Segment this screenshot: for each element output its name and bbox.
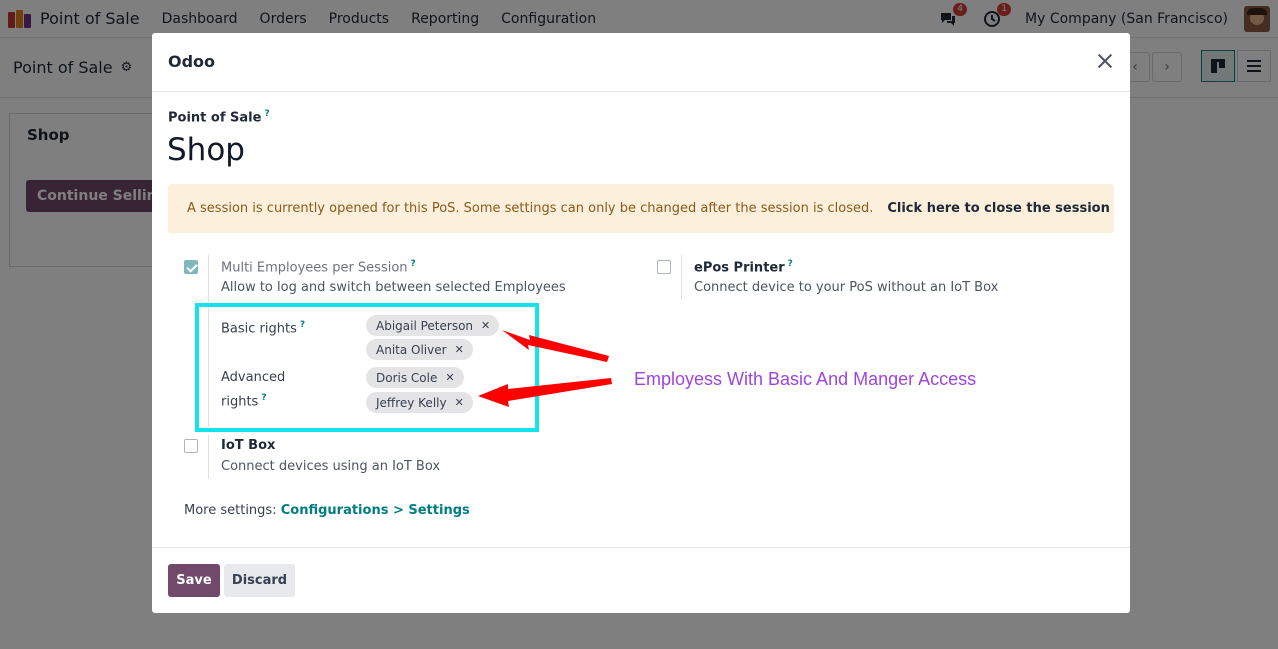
pos-field-label-text: Point of Sale xyxy=(168,110,262,126)
multi-employees-description: Allow to log and switch between selected… xyxy=(221,280,566,295)
multi-employees-title: Multi Employees per Session? xyxy=(221,259,416,275)
epos-printer-title-text: ePos Printer xyxy=(694,260,785,276)
setting-divider xyxy=(681,255,682,299)
close-icon[interactable] xyxy=(1094,50,1116,72)
configuration-settings-link[interactable]: Configurations > Settings xyxy=(281,503,470,518)
more-settings: More settings: Configurations > Settings xyxy=(184,503,470,518)
help-tooltip-icon[interactable]: ? xyxy=(788,259,793,269)
more-settings-prefix: More settings: xyxy=(184,503,277,518)
session-warning-alert: A session is currently opened for this P… xyxy=(168,184,1114,233)
pos-field-label: Point of Sale? xyxy=(168,109,270,125)
multi-employees-title-text: Multi Employees per Session xyxy=(221,260,408,276)
dialog-footer: Save Discard xyxy=(152,547,1130,613)
discard-button[interactable]: Discard xyxy=(224,564,295,597)
record-name[interactable]: Shop xyxy=(167,132,245,168)
multi-employees-checkbox[interactable] xyxy=(184,260,198,274)
dialog-header: Odoo xyxy=(152,33,1130,92)
iot-box-description: Connect devices using an IoT Box xyxy=(221,459,441,474)
help-tooltip-icon[interactable]: ? xyxy=(411,259,416,269)
epos-printer-title: ePos Printer? xyxy=(694,259,793,275)
epos-printer-checkbox[interactable] xyxy=(657,260,671,274)
dialog-title: Odoo xyxy=(168,52,216,71)
alert-message: A session is currently opened for this P… xyxy=(187,201,874,216)
annotation-caption: Employess With Basic And Manger Access xyxy=(634,369,977,389)
save-button[interactable]: Save xyxy=(168,564,220,597)
iot-box-checkbox[interactable] xyxy=(184,439,198,453)
setting-divider xyxy=(208,435,209,479)
annotation-highlight-box xyxy=(195,303,539,432)
iot-box-title: IoT Box xyxy=(221,438,276,453)
epos-printer-description: Connect device to your PoS without an Io… xyxy=(694,280,999,295)
close-session-link[interactable]: Click here to close the session xyxy=(887,201,1110,216)
help-tooltip-icon[interactable]: ? xyxy=(264,109,269,119)
